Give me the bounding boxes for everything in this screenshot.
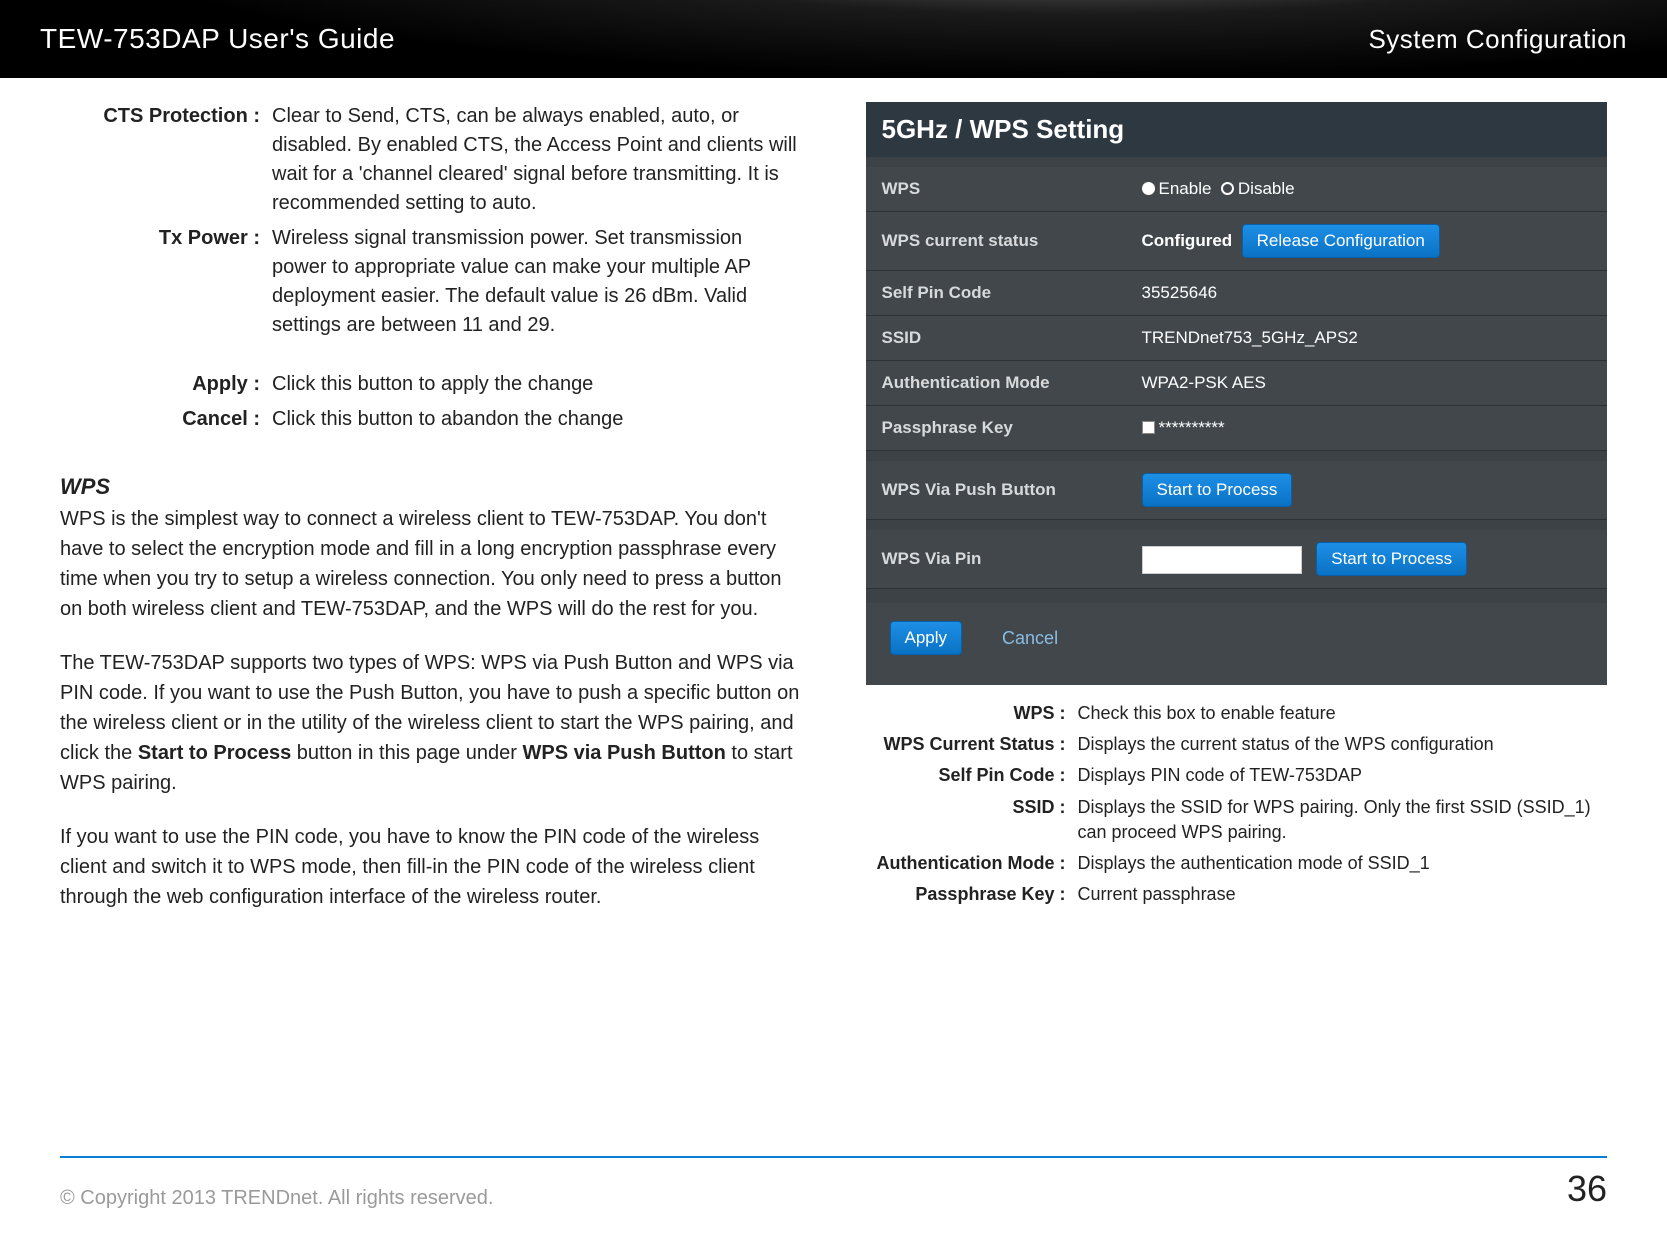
def-label: Passphrase Key : <box>866 882 1066 907</box>
row-label: Passphrase Key <box>866 406 1126 451</box>
table-row: WPS current status Configured Release Co… <box>866 212 1608 271</box>
page-number: 36 <box>1567 1168 1607 1210</box>
table-row: WPS Enable Disable <box>866 167 1608 212</box>
row-value: Start to Process <box>1126 530 1608 589</box>
page-footer: © Copyright 2013 TRENDnet. All rights re… <box>60 1156 1607 1210</box>
table-row: WPS Via Pin Start to Process <box>866 530 1608 589</box>
row-value: Enable Disable <box>1126 167 1608 212</box>
paragraph: WPS is the simplest way to connect a wir… <box>60 504 802 624</box>
def-label: Tx Power : <box>60 224 260 340</box>
bold-text: WPS via Push Button <box>522 742 725 764</box>
panel-separator <box>866 589 1608 603</box>
def-label: Self Pin Code : <box>866 763 1066 788</box>
row-label: WPS <box>866 167 1126 212</box>
radio-selected-icon[interactable] <box>1142 182 1155 195</box>
row-value: ********** <box>1126 406 1608 451</box>
def-label: Authentication Mode : <box>866 851 1066 876</box>
row-label: Authentication Mode <box>866 361 1126 406</box>
row-label: WPS Via Pin <box>866 530 1126 589</box>
def-value: Displays the current status of the WPS c… <box>1078 732 1608 757</box>
doc-title: TEW-753DAP User's Guide <box>40 23 395 55</box>
def-label: SSID : <box>866 795 1066 845</box>
start-process-push-button[interactable]: Start to Process <box>1142 473 1293 507</box>
table-row: WPS Via Push Button Start to Process <box>866 461 1608 520</box>
def-value: Check this box to enable feature <box>1078 701 1608 726</box>
table-row: Passphrase Key ********** <box>866 406 1608 451</box>
row-label: WPS Via Push Button <box>866 461 1126 520</box>
def-value: Clear to Send, CTS, can be always enable… <box>272 102 802 218</box>
panel-separator <box>866 157 1608 167</box>
passphrase-value: ********** <box>1159 418 1225 437</box>
row-label: SSID <box>866 316 1126 361</box>
panel-title: 5GHz / WPS Setting <box>866 102 1608 157</box>
def-value: Click this button to abandon the change <box>272 405 802 434</box>
bold-text: Start to Process <box>138 742 291 764</box>
cancel-button[interactable]: Cancel <box>992 622 1068 655</box>
header-bar: TEW-753DAP User's Guide System Configura… <box>0 0 1667 78</box>
row-value: TRENDnet753_5GHz_APS2 <box>1126 316 1608 361</box>
row-value: 35525646 <box>1126 271 1608 316</box>
paragraph-text: button in this page under <box>291 742 522 764</box>
def-label: WPS : <box>866 701 1066 726</box>
row-value: Start to Process <box>1126 461 1608 520</box>
page-body: CTS Protection : Clear to Send, CTS, can… <box>0 78 1667 936</box>
paragraph: The TEW-753DAP supports two types of WPS… <box>60 648 802 798</box>
settings-table: WPS Enable Disable WPS current status Co… <box>866 167 1608 451</box>
settings-table: WPS Via Push Button Start to Process <box>866 461 1608 520</box>
radio-unselected-icon[interactable] <box>1221 182 1234 195</box>
def-label: Cancel : <box>60 405 260 434</box>
panel-footer: Apply Cancel <box>866 603 1608 685</box>
def-label: Apply : <box>60 370 260 399</box>
table-row: SSID TRENDnet753_5GHz_APS2 <box>866 316 1608 361</box>
section-heading-wps: WPS <box>60 474 802 500</box>
definition-list-top: CTS Protection : Clear to Send, CTS, can… <box>60 102 802 340</box>
wps-settings-panel: 5GHz / WPS Setting WPS Enable Disable WP… <box>866 102 1608 685</box>
paragraph: If you want to use the PIN code, you hav… <box>60 822 802 912</box>
definition-list-right: WPS : Check this box to enable feature W… <box>866 701 1608 907</box>
definition-list-mid: Apply : Click this button to apply the c… <box>60 370 802 434</box>
panel-separator <box>866 520 1608 530</box>
right-column: 5GHz / WPS Setting WPS Enable Disable WP… <box>866 102 1608 936</box>
copyright-text: © Copyright 2013 TRENDnet. All rights re… <box>60 1187 493 1210</box>
row-value: Configured Release Configuration <box>1126 212 1608 271</box>
apply-button[interactable]: Apply <box>890 621 963 655</box>
settings-table: WPS Via Pin Start to Process <box>866 530 1608 589</box>
def-value: Displays the authentication mode of SSID… <box>1078 851 1608 876</box>
def-label: CTS Protection : <box>60 102 260 218</box>
row-label: WPS current status <box>866 212 1126 271</box>
pin-input[interactable] <box>1142 546 1302 574</box>
def-value: Displays PIN code of TEW-753DAP <box>1078 763 1608 788</box>
def-value: Wireless signal transmission power. Set … <box>272 224 802 340</box>
checkbox-icon[interactable] <box>1142 421 1155 434</box>
start-process-pin-button[interactable]: Start to Process <box>1316 542 1467 576</box>
def-value: Click this button to apply the change <box>272 370 802 399</box>
section-title: System Configuration <box>1368 24 1627 55</box>
row-value: WPA2-PSK AES <box>1126 361 1608 406</box>
radio-label: Enable <box>1159 179 1212 198</box>
def-value: Current passphrase <box>1078 882 1608 907</box>
release-configuration-button[interactable]: Release Configuration <box>1242 224 1440 258</box>
def-value: Displays the SSID for WPS pairing. Only … <box>1078 795 1608 845</box>
radio-label: Disable <box>1238 179 1295 198</box>
panel-separator <box>866 451 1608 461</box>
table-row: Authentication Mode WPA2-PSK AES <box>866 361 1608 406</box>
row-label: Self Pin Code <box>866 271 1126 316</box>
left-column: CTS Protection : Clear to Send, CTS, can… <box>60 102 802 936</box>
table-row: Self Pin Code 35525646 <box>866 271 1608 316</box>
status-value: Configured <box>1142 231 1233 250</box>
def-label: WPS Current Status : <box>866 732 1066 757</box>
